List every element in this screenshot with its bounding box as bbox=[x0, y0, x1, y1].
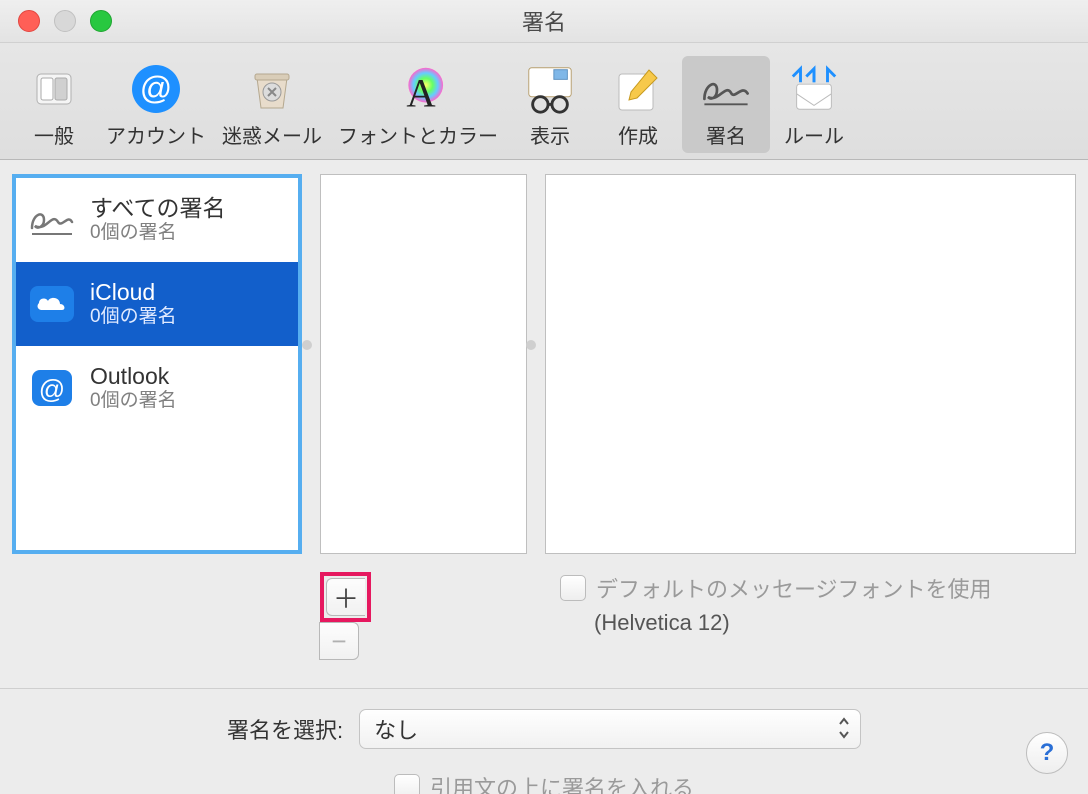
help-button[interactable]: ? bbox=[1026, 732, 1068, 774]
account-icloud[interactable]: iCloud 0個の署名 bbox=[16, 262, 298, 346]
preferences-toolbar: 一般 @ アカウント 迷惑メール bbox=[0, 43, 1088, 160]
account-title: iCloud bbox=[90, 279, 177, 307]
pane-divider-handle[interactable] bbox=[526, 340, 536, 350]
tab-label: 表示 bbox=[530, 120, 570, 149]
title-bar: 署名 bbox=[0, 0, 1088, 43]
at-sign-icon: @ bbox=[28, 364, 76, 412]
tab-label: フォントとカラー bbox=[338, 120, 498, 149]
tab-label: アカウント bbox=[106, 120, 206, 149]
tab-junk[interactable]: 迷惑メール bbox=[214, 56, 330, 153]
accounts-pane: すべての署名 0個の署名 iCloud 0個の署名 @ bbox=[12, 174, 302, 554]
tab-composing[interactable]: 作成 bbox=[594, 56, 682, 153]
tab-label: 一般 bbox=[34, 120, 74, 149]
signature-icon bbox=[28, 196, 76, 244]
glasses-icon bbox=[523, 62, 577, 116]
signatures-list-pane[interactable] bbox=[320, 174, 527, 554]
tab-signatures[interactable]: 署名 bbox=[682, 56, 770, 153]
signature-icon bbox=[699, 62, 753, 116]
choose-signature-select[interactable]: なし bbox=[359, 709, 861, 749]
svg-text:@: @ bbox=[39, 374, 65, 404]
rules-icon bbox=[787, 62, 841, 116]
tab-accounts[interactable]: @ アカウント bbox=[98, 56, 214, 153]
tab-fonts-colors[interactable]: A フォントとカラー bbox=[330, 56, 506, 153]
at-sign-icon: @ bbox=[129, 62, 183, 116]
account-count: 0個の署名 bbox=[90, 222, 225, 245]
signature-preview-pane[interactable] bbox=[545, 174, 1076, 554]
window-title: 署名 bbox=[0, 5, 1088, 37]
icloud-icon bbox=[28, 280, 76, 328]
tab-label: 作成 bbox=[618, 120, 658, 149]
default-font-group: デフォルトのメッセージフォントを使用 (Helvetica 12) bbox=[560, 572, 992, 636]
choose-signature-label: 署名を選択: bbox=[227, 713, 343, 745]
font-color-icon: A bbox=[391, 62, 445, 116]
svg-text:A: A bbox=[406, 70, 435, 115]
add-remove-segment: ＋ bbox=[326, 578, 365, 616]
place-above-quote-label: 引用文の上に署名を入れる bbox=[430, 771, 694, 794]
add-button-highlight: ＋ bbox=[320, 572, 371, 622]
place-above-quote-checkbox[interactable] bbox=[394, 774, 420, 794]
default-font-description: (Helvetica 12) bbox=[594, 610, 730, 636]
default-font-label: デフォルトのメッセージフォントを使用 bbox=[596, 572, 992, 604]
pane-divider-handle[interactable] bbox=[302, 340, 312, 350]
svg-text:@: @ bbox=[140, 70, 172, 106]
tab-label: 迷惑メール bbox=[222, 120, 322, 149]
account-count: 0個の署名 bbox=[90, 390, 177, 413]
choose-signature-row: 署名を選択: なし bbox=[0, 709, 1088, 749]
account-count: 0個の署名 bbox=[90, 306, 177, 329]
pencil-icon bbox=[611, 62, 665, 116]
default-font-checkbox[interactable] bbox=[560, 575, 586, 601]
account-title: すべての署名 bbox=[90, 195, 225, 223]
tab-rules[interactable]: ルール bbox=[770, 56, 858, 153]
add-signature-button[interactable]: ＋ bbox=[327, 579, 365, 615]
tab-viewing[interactable]: 表示 bbox=[506, 56, 594, 153]
choose-signature-value: なし bbox=[374, 713, 418, 745]
chevron-up-down-icon bbox=[838, 714, 850, 742]
trash-icon bbox=[245, 62, 299, 116]
remove-signature-button[interactable]: − bbox=[320, 623, 358, 659]
account-all-signatures[interactable]: すべての署名 0個の署名 bbox=[16, 178, 298, 262]
place-above-quote-row: 引用文の上に署名を入れる bbox=[0, 771, 1088, 794]
signatures-main: すべての署名 0個の署名 iCloud 0個の署名 @ bbox=[0, 160, 1088, 564]
account-title: Outlook bbox=[90, 363, 177, 391]
tab-label: 署名 bbox=[706, 120, 746, 149]
account-outlook[interactable]: @ Outlook 0個の署名 bbox=[16, 346, 298, 430]
tab-general[interactable]: 一般 bbox=[10, 56, 98, 153]
tab-label: ルール bbox=[784, 120, 844, 149]
below-panes-row: ＋ − デフォルトのメッセージフォントを使用 (Helvetica 12) bbox=[0, 564, 1088, 664]
switch-icon bbox=[27, 62, 81, 116]
divider bbox=[0, 688, 1088, 689]
